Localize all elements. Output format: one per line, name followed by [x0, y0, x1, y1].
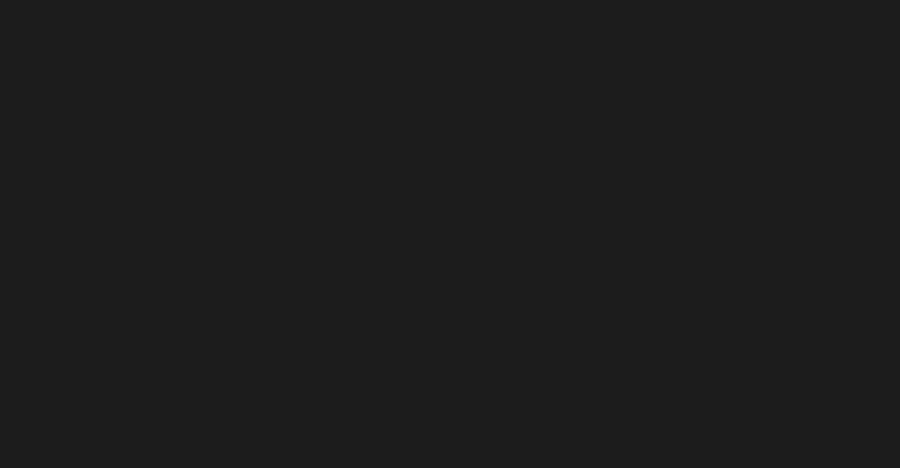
blender-window: { "window": { "title": "* (Unsaved) - Bl…: [0, 0, 900, 468]
